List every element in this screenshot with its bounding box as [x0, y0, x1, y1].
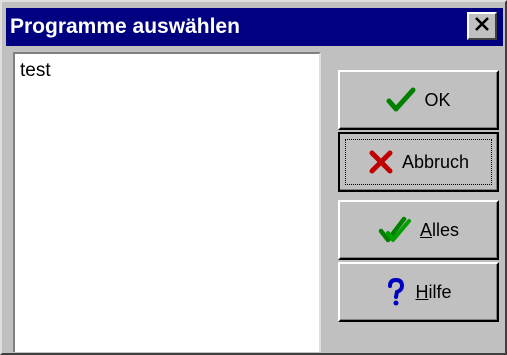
hilfe-label: Hilfe	[415, 282, 451, 303]
question-mark-icon	[385, 277, 407, 307]
abbruch-label: Abbruch	[401, 151, 470, 172]
abbruch-button[interactable]: Abbruch	[338, 132, 499, 192]
double-checkmark-icon	[378, 215, 412, 245]
window-title: Programme auswählen	[10, 15, 240, 38]
alles-label-rest: lles	[432, 219, 460, 240]
hilfe-button[interactable]: Hilfe	[338, 262, 499, 322]
title-bar[interactable]: Programme auswählen	[6, 8, 503, 46]
close-icon	[473, 16, 491, 37]
button-panel: OK Abbruch Alles Hilfe	[328, 52, 501, 352]
alles-button[interactable]: Alles	[338, 200, 499, 260]
hilfe-label-rest: ilfe	[428, 281, 452, 302]
list-item[interactable]: test	[20, 60, 51, 82]
ok-label: OK	[424, 89, 451, 110]
checkmark-icon	[386, 87, 416, 113]
hilfe-mnemonic: H	[415, 281, 429, 302]
program-listbox[interactable]: test	[13, 52, 321, 352]
alles-label: Alles	[420, 220, 459, 241]
close-button[interactable]	[467, 12, 497, 40]
x-cross-icon	[368, 149, 394, 175]
alles-mnemonic: A	[419, 219, 432, 240]
ok-button[interactable]: OK	[338, 70, 499, 130]
